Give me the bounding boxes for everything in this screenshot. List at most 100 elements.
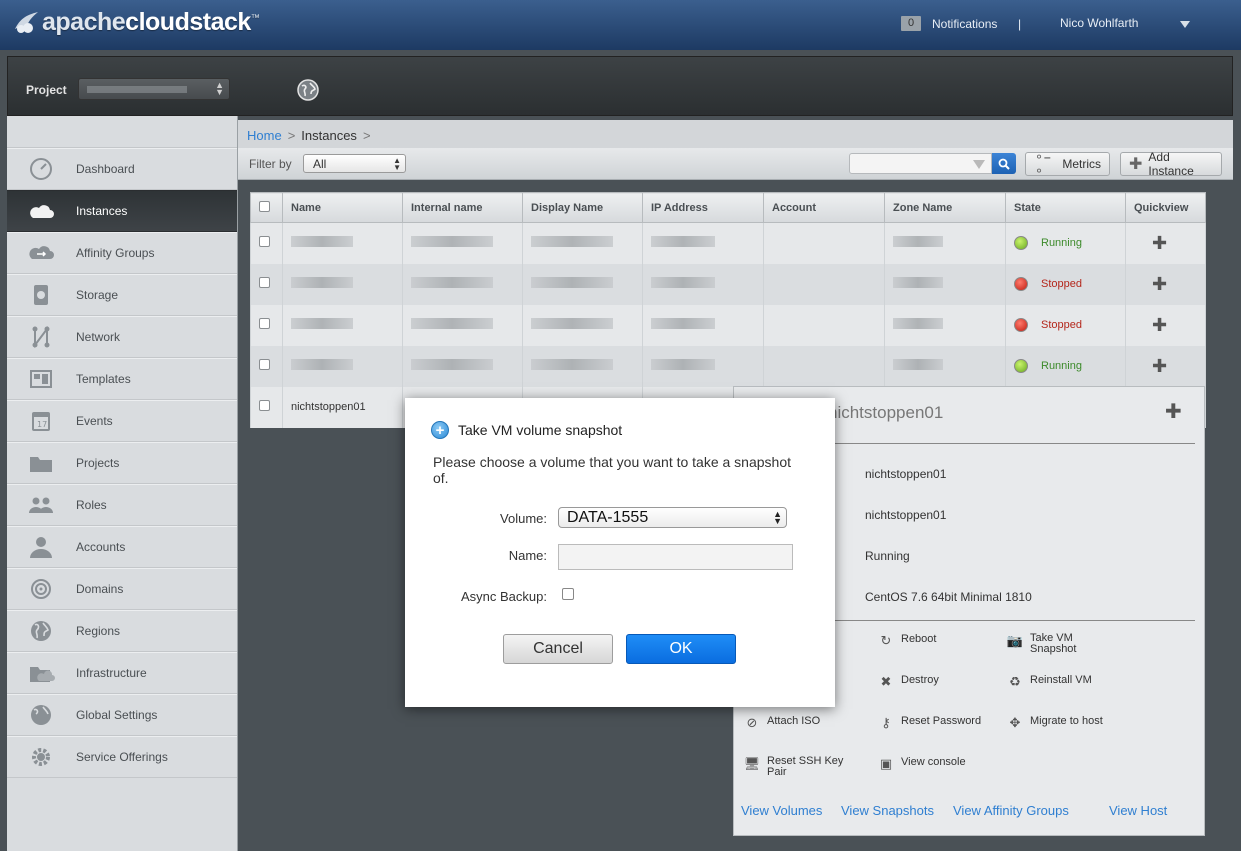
sidebar-item-storage[interactable]: Storage: [7, 274, 237, 316]
destroy-action[interactable]: ✖ Destroy: [877, 674, 939, 690]
camera-icon: 📷: [1006, 633, 1024, 648]
reset-password-action[interactable]: ⚷ Reset Password: [877, 715, 981, 731]
column-header[interactable]: Zone Name: [884, 192, 1006, 223]
quickview-cell[interactable]: ✚: [1125, 222, 1206, 264]
cancel-button[interactable]: Cancel: [503, 634, 613, 664]
column-header[interactable]: Name: [282, 192, 403, 223]
column-header[interactable]: Display Name: [522, 192, 643, 223]
take-vm-snapshot-action[interactable]: 📷 Take VM Snapshot: [1006, 633, 1100, 655]
sidebar-item-label: Roles: [76, 498, 107, 512]
quickview-plus-icon[interactable]: ✚: [1152, 274, 1167, 295]
add-instance-label: Add Instance: [1148, 150, 1194, 178]
table-row[interactable]: Running ✚: [250, 345, 1206, 387]
notifications[interactable]: 0 Notifications: [901, 16, 997, 31]
sidebar-item-infrastructure[interactable]: Infrastructure: [7, 652, 237, 694]
async-backup-checkbox[interactable]: [562, 588, 574, 600]
view-affinity-groups-link[interactable]: View Affinity Groups: [953, 803, 1069, 818]
view-console-action[interactable]: ▣ View console: [877, 756, 966, 772]
blurred-cell: [763, 222, 885, 264]
column-header[interactable]: Account: [763, 192, 885, 223]
sidebar-item-dashboard[interactable]: Dashboard: [7, 148, 237, 190]
quickview-cell[interactable]: ✚: [1125, 345, 1206, 387]
row-checkbox[interactable]: [259, 318, 270, 329]
sidebar-item-instances[interactable]: Instances: [7, 190, 237, 232]
sidebar-item-roles[interactable]: Roles: [7, 484, 237, 526]
table-header-row: Name Internal name Display Name IP Addre…: [250, 192, 1206, 223]
select-all-header[interactable]: [250, 192, 283, 223]
sidebar-item-events[interactable]: 17 Events: [7, 400, 237, 442]
sidebar-item-domains[interactable]: Domains: [7, 568, 237, 610]
search-input[interactable]: [849, 153, 992, 174]
console-icon: ▣: [879, 756, 893, 771]
instance-name[interactable]: nichtstoppen01: [282, 386, 403, 428]
blurred-value: [651, 318, 715, 329]
quickview-field: CentOS 7.6 64bit Minimal 1810: [865, 590, 1032, 604]
row-checkbox[interactable]: [259, 236, 270, 248]
row-select-cell[interactable]: [250, 386, 283, 428]
row-select-cell[interactable]: [250, 345, 283, 387]
apache-cloudstack-logo[interactable]: apachecloudstack™: [12, 4, 260, 40]
sidebar-item-projects[interactable]: Projects: [7, 442, 237, 484]
quickview-plus-icon[interactable]: ✚: [1152, 356, 1167, 377]
blurred-value: [651, 236, 715, 248]
sidebar-item-global-settings[interactable]: Global Settings: [7, 694, 237, 736]
row-select-cell[interactable]: [250, 263, 283, 305]
breadcrumb-home[interactable]: Home: [247, 128, 282, 143]
quickview-plus-icon[interactable]: ✚: [1165, 399, 1182, 424]
column-header[interactable]: Internal name: [402, 192, 523, 223]
attach-iso-action[interactable]: ⊘ Attach ISO: [743, 715, 821, 731]
row-select-cell[interactable]: [250, 222, 283, 264]
filter-select[interactable]: All ▲ ▼: [303, 154, 406, 173]
quickview-cell[interactable]: ✚: [1125, 304, 1206, 346]
globe-icon[interactable]: [297, 79, 319, 101]
dialog-description: Please choose a volume that you want to …: [433, 454, 792, 486]
volume-select[interactable]: DATA-1555 ▲ ▼: [558, 507, 787, 528]
row-select-cell[interactable]: [250, 304, 283, 346]
view-snapshots-link[interactable]: View Snapshots: [841, 803, 934, 818]
blurred-cell: [763, 304, 885, 346]
view-host-link[interactable]: View Host: [1109, 803, 1167, 818]
add-instance-button[interactable]: ✚ Add Instance: [1120, 150, 1222, 178]
select-arrows-icon: ▲ ▼: [393, 156, 401, 172]
search-dropdown-icon[interactable]: [973, 160, 985, 169]
quickview-plus-icon[interactable]: ✚: [1152, 233, 1167, 254]
column-header[interactable]: State: [1005, 192, 1126, 223]
table-row[interactable]: Running ✚: [250, 222, 1206, 264]
attach-iso-label: Attach ISO: [767, 715, 821, 727]
migrate-to-host-action[interactable]: ✥ Migrate to host: [1006, 715, 1103, 731]
select-all-checkbox[interactable]: [259, 200, 270, 212]
async-backup-label: Async Backup:: [461, 589, 547, 604]
project-select[interactable]: ▲ ▼: [78, 78, 230, 100]
breadcrumb-sep-trailing: >: [362, 128, 371, 143]
ok-button[interactable]: OK: [626, 634, 736, 664]
table-row[interactable]: Stopped ✚: [250, 304, 1206, 346]
search-button[interactable]: [992, 153, 1016, 174]
row-checkbox[interactable]: [259, 359, 270, 370]
view-volumes-link[interactable]: View Volumes: [741, 803, 822, 818]
user-menu-caret-icon[interactable]: [1180, 21, 1190, 28]
blurred-cell: [884, 304, 1006, 346]
metrics-button[interactable]: ⚬–⚬ Metrics: [1025, 150, 1110, 178]
quickview-plus-icon[interactable]: ✚: [1152, 315, 1167, 336]
sidebar-item-accounts[interactable]: Accounts: [7, 526, 237, 568]
quickview-cell[interactable]: ✚: [1125, 263, 1206, 305]
sidebar-item-label: Service Offerings: [76, 750, 168, 764]
blurred-cell: [884, 345, 1006, 387]
sidebar-item-service-offerings[interactable]: Service Offerings: [7, 736, 237, 778]
sidebar-item-affinity-groups[interactable]: Affinity Groups: [7, 232, 237, 274]
sidebar-item-regions[interactable]: Regions: [7, 610, 237, 652]
row-checkbox[interactable]: [259, 277, 270, 288]
sidebar-item-network[interactable]: Network: [7, 316, 237, 358]
sidebar-item-label: Accounts: [76, 540, 126, 554]
reboot-action[interactable]: ↻ Reboot: [877, 633, 937, 649]
row-checkbox[interactable]: [259, 400, 270, 411]
table-row[interactable]: Stopped ✚: [250, 263, 1206, 305]
reinstall-vm-action[interactable]: ♻ Reinstall VM: [1006, 674, 1092, 690]
column-header[interactable]: IP Address: [642, 192, 764, 223]
reset-ssh-key-pair-action[interactable]: 🖥 Reset SSH Key Pair: [743, 756, 849, 778]
column-header[interactable]: Quickview: [1125, 192, 1206, 223]
breadcrumb-current[interactable]: Instances: [301, 128, 357, 143]
snapshot-name-input[interactable]: [558, 544, 793, 570]
user-name[interactable]: Nico Wohlfarth: [1060, 16, 1138, 30]
sidebar-item-templates[interactable]: Templates: [7, 358, 237, 400]
